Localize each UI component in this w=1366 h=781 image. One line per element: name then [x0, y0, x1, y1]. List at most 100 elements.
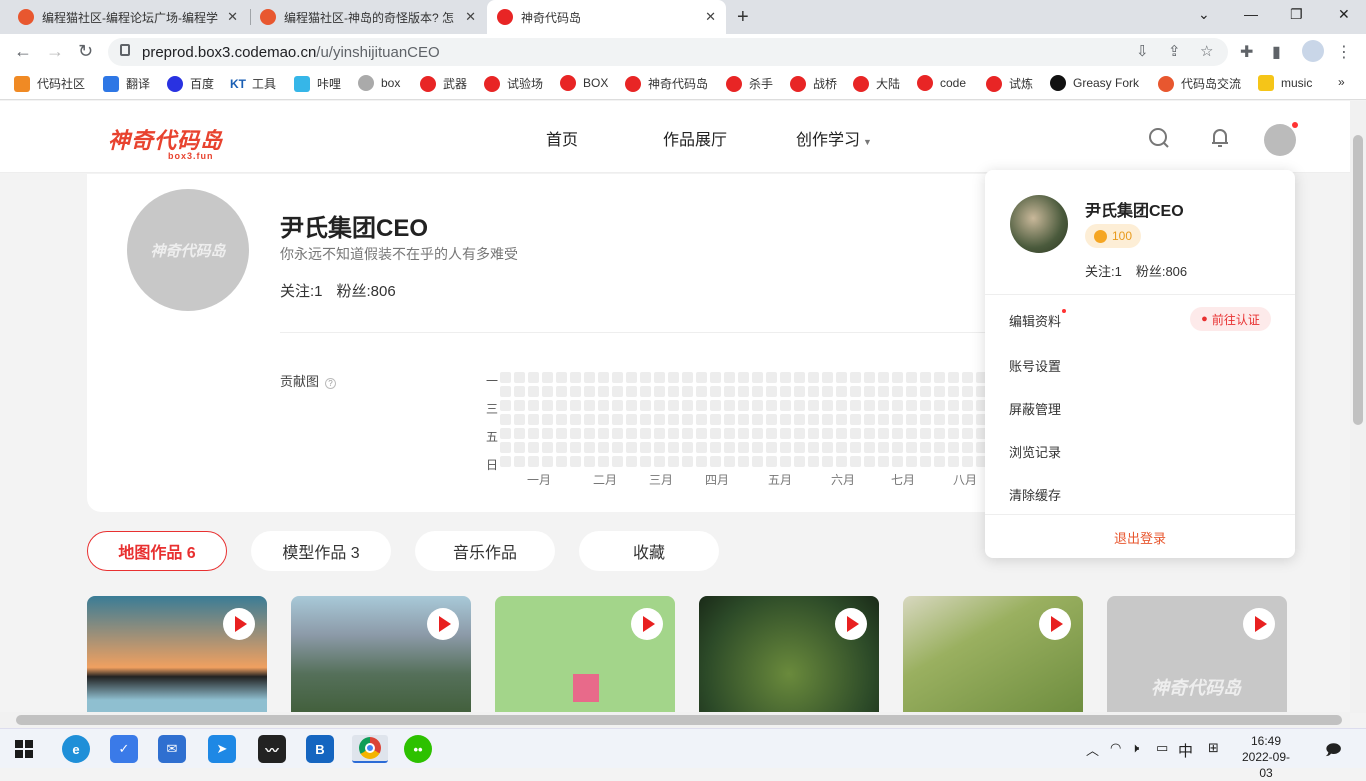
bookmark-item[interactable]: 代码岛交流	[1158, 75, 1241, 92]
notifications-icon[interactable]: 🗩	[1325, 740, 1342, 765]
play-icon[interactable]	[835, 608, 867, 640]
user-avatar[interactable]	[1264, 122, 1298, 156]
tab-title: 编程猫社区-神岛的奇怪版本? 怎	[284, 10, 455, 25]
browser-tab-3-active[interactable]: 神奇代码岛 ✕	[487, 0, 726, 34]
chrome-icon[interactable]	[352, 735, 388, 763]
contrib-cell	[920, 386, 931, 397]
bookmark-item[interactable]: 战桥	[790, 75, 837, 92]
work-card[interactable]	[495, 596, 675, 713]
bell-icon[interactable]	[1210, 127, 1230, 155]
maximize-icon[interactable]: ❐	[1290, 6, 1303, 23]
bookmark-item[interactable]: code	[917, 75, 966, 91]
bookmark-item[interactable]: 翻译	[103, 75, 150, 92]
nav-learn[interactable]: 创作学习 ▼	[796, 126, 872, 150]
window-close-icon[interactable]: ✕	[1338, 6, 1350, 23]
bookmark-item[interactable]: Greasy Fork	[1050, 75, 1139, 91]
play-icon[interactable]	[1243, 608, 1275, 640]
bookmark-item[interactable]: 武器	[420, 75, 467, 92]
follow-count[interactable]: 关注:1	[280, 283, 323, 300]
bookmark-item[interactable]: BOX	[560, 75, 608, 91]
bookmark-item[interactable]: 杀手	[726, 75, 773, 92]
battery-icon[interactable]: ▭	[1156, 740, 1168, 756]
vertical-scrollbar[interactable]	[1350, 101, 1366, 713]
search-icon[interactable]	[1148, 127, 1170, 155]
forward-icon[interactable]: →	[46, 41, 64, 62]
bookmarks-more-icon[interactable]: »	[1338, 75, 1345, 89]
bookmark-item[interactable]: 试炼	[986, 75, 1033, 92]
menu-block-management[interactable]: 屏蔽管理	[1009, 399, 1061, 418]
work-card[interactable]: 神奇代码岛	[1107, 596, 1287, 713]
bookmark-item[interactable]: KT 工具	[230, 75, 276, 92]
app-icon[interactable]: 〰	[258, 735, 286, 763]
profile-avatar[interactable]	[1302, 40, 1324, 62]
minimize-icon[interactable]: —	[1244, 6, 1258, 22]
install-icon[interactable]: ⇩	[1136, 42, 1149, 60]
reload-icon[interactable]: ↻	[78, 41, 93, 62]
menu-edit-profile[interactable]: 编辑资料	[1009, 309, 1067, 330]
browser-tab-2[interactable]: 编程猫社区-神岛的奇怪版本? 怎 ✕	[250, 0, 486, 34]
contrib-cell	[500, 386, 511, 397]
nav-gallery[interactable]: 作品展厅	[663, 126, 727, 150]
nav-home[interactable]: 首页	[546, 126, 578, 150]
bookmark-item[interactable]: 神奇代码岛	[625, 75, 708, 92]
contrib-cell	[668, 414, 679, 425]
help-icon[interactable]: ?	[325, 378, 337, 389]
wechat-icon[interactable]: ••	[404, 735, 432, 763]
horizontal-scrollbar[interactable]	[0, 712, 1350, 728]
site-logo[interactable]: 神奇代码岛 box3.fun	[108, 123, 223, 161]
bookmark-star-icon[interactable]: ☆	[1200, 42, 1213, 60]
wifi-icon[interactable]: ◠	[1110, 740, 1121, 756]
play-icon[interactable]	[223, 608, 255, 640]
logout-button[interactable]: 退出登录	[985, 528, 1295, 547]
tab-map-works[interactable]: 地图作品 6	[87, 531, 227, 571]
app-icon[interactable]: ✓	[110, 735, 138, 763]
bookmark-item[interactable]: music	[1258, 75, 1312, 91]
bookmark-item[interactable]: 代码社区	[14, 75, 85, 92]
play-icon[interactable]	[631, 608, 663, 640]
work-card[interactable]	[903, 596, 1083, 713]
work-card[interactable]	[699, 596, 879, 713]
codemao-icon	[260, 9, 276, 25]
menu-browse-history[interactable]: 浏览记录	[1009, 442, 1061, 461]
share-icon[interactable]: ⇪	[1168, 42, 1181, 60]
back-icon[interactable]: ←	[14, 41, 32, 62]
menu-account-settings[interactable]: 账号设置	[1009, 356, 1061, 375]
ime-mode-icon[interactable]: ⊞	[1208, 740, 1219, 756]
clock[interactable]: 16:49 2022-09-03	[1236, 733, 1296, 781]
browser-tab-1[interactable]: 编程猫社区-编程论坛广场-编程学 ✕	[8, 0, 248, 34]
close-icon[interactable]: ✕	[705, 9, 716, 25]
close-icon[interactable]: ✕	[227, 9, 238, 25]
bookmark-item[interactable]: 百度	[167, 75, 214, 92]
windows-start-icon[interactable]	[10, 735, 38, 763]
bookmark-item[interactable]: 咔哩	[294, 75, 341, 92]
mail-icon[interactable]: ✉	[158, 735, 186, 763]
bookmark-item[interactable]: box	[358, 75, 400, 91]
work-card[interactable]	[291, 596, 471, 713]
tab-favorites[interactable]: 收藏	[579, 531, 719, 571]
fans-count[interactable]: 粉丝:806	[337, 283, 396, 300]
menu-clear-cache[interactable]: 清除缓存	[1009, 485, 1061, 504]
play-icon[interactable]	[427, 608, 459, 640]
chevron-up-icon[interactable]: ︿	[1086, 740, 1099, 759]
tab-model-works[interactable]: 模型作品 3	[251, 531, 391, 571]
chevron-down-icon[interactable]: ⌄	[1198, 6, 1210, 23]
bookmark-item[interactable]: 试验场	[484, 75, 543, 92]
ime-indicator[interactable]: 中	[1178, 740, 1193, 761]
volume-muted-icon[interactable]: 🕨	[1131, 740, 1139, 756]
edge-icon[interactable]: e	[62, 735, 90, 763]
close-icon[interactable]: ✕	[465, 9, 476, 25]
verify-button[interactable]: ● 前往认证	[1190, 307, 1271, 331]
new-tab-icon[interactable]: +	[737, 6, 749, 29]
extensions-icon[interactable]: ✚	[1240, 42, 1253, 62]
play-icon[interactable]	[1039, 608, 1071, 640]
work-card[interactable]	[87, 596, 267, 713]
contrib-cell	[640, 428, 651, 439]
url-field[interactable]: preprod.box3.codemao.cn/u/yinshijituanCE…	[108, 38, 1228, 66]
app-icon[interactable]: B	[306, 735, 334, 763]
tab-music-works[interactable]: 音乐作品	[415, 531, 555, 571]
app-icon[interactable]: ➤	[208, 735, 236, 763]
bookmark-item[interactable]: 大陆	[853, 75, 900, 92]
menu-icon[interactable]: ⋮	[1336, 42, 1352, 62]
sidebar-icon[interactable]: ▮	[1272, 42, 1281, 62]
dropdown-avatar[interactable]	[1010, 195, 1068, 253]
